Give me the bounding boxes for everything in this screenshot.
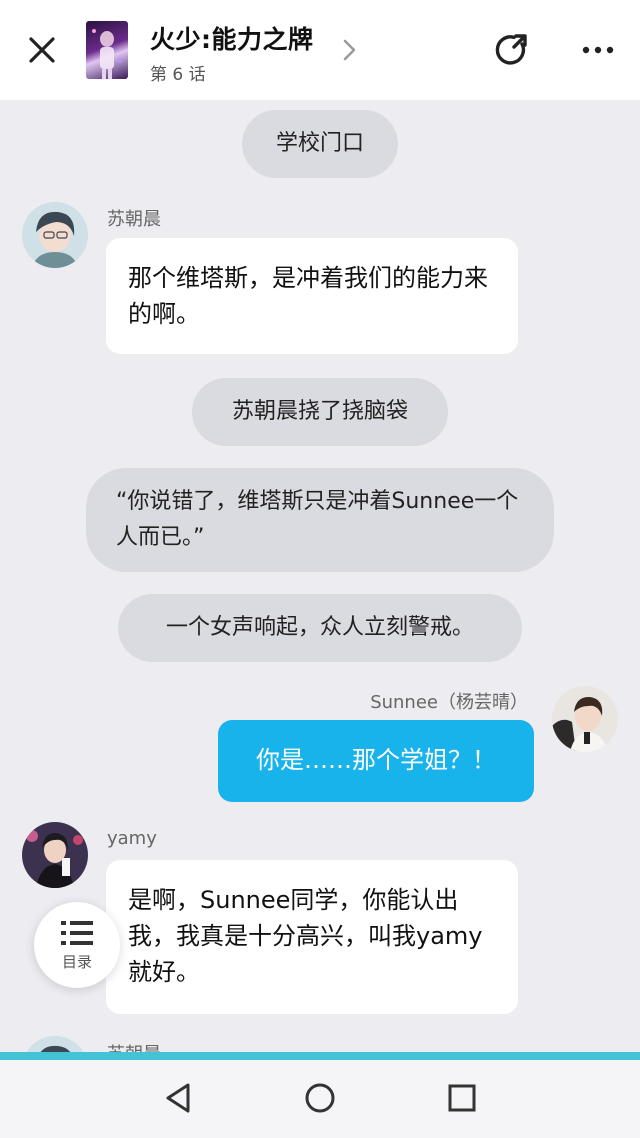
- narration-bubble: 学校门口: [242, 110, 398, 178]
- story-cover-image[interactable]: [86, 21, 128, 79]
- message-bubble[interactable]: 是啊，Sunnee同学，你能认出我，我真是十分高兴，叫我yamy就好。: [106, 860, 518, 1014]
- speaker-name: 苏朝晨: [107, 209, 161, 230]
- message-bubble-self[interactable]: 你是……那个学姐？！: [218, 720, 534, 802]
- avatar-suchaochen[interactable]: [22, 1036, 88, 1052]
- speaker-name: yamy: [107, 828, 157, 849]
- avatar-sunnee[interactable]: [552, 686, 618, 752]
- top-bar: 火少:能力之牌 第 6 话: [0, 0, 640, 100]
- speaker-name: 苏朝晨: [107, 1040, 161, 1052]
- recents-square-icon[interactable]: [442, 1078, 482, 1118]
- system-nav-bar: [0, 1060, 640, 1138]
- share-icon[interactable]: [492, 30, 532, 70]
- list-icon: [61, 920, 93, 945]
- avatar-suchaochen[interactable]: [22, 202, 88, 268]
- back-triangle-icon[interactable]: [158, 1078, 198, 1118]
- toc-label: 目录: [61, 952, 92, 971]
- avatar-yamy[interactable]: [22, 822, 88, 888]
- narration-bubble: “你说错了，维塔斯只是冲着Sunnee一个人而已。”: [86, 468, 554, 572]
- chevron-right-icon[interactable]: [338, 36, 362, 64]
- narration-bubble: 一个女声响起，众人立刻警戒。: [118, 594, 522, 662]
- more-icon[interactable]: [578, 30, 618, 70]
- narration-bubble: 苏朝晨挠了挠脑袋: [192, 378, 448, 446]
- episode-label: 第 6 话: [150, 65, 206, 85]
- close-button[interactable]: [22, 30, 62, 70]
- close-icon: [29, 37, 55, 63]
- home-circle-icon[interactable]: [300, 1078, 340, 1118]
- reading-progress-bar: [0, 1052, 640, 1060]
- message-bubble[interactable]: 那个维塔斯，是冲着我们的能力来的啊。: [106, 238, 518, 354]
- story-title[interactable]: 火少:能力之牌: [150, 20, 314, 56]
- table-of-contents-button[interactable]: 目录: [34, 902, 120, 988]
- speaker-name: Sunnee（杨芸晴）: [370, 692, 528, 713]
